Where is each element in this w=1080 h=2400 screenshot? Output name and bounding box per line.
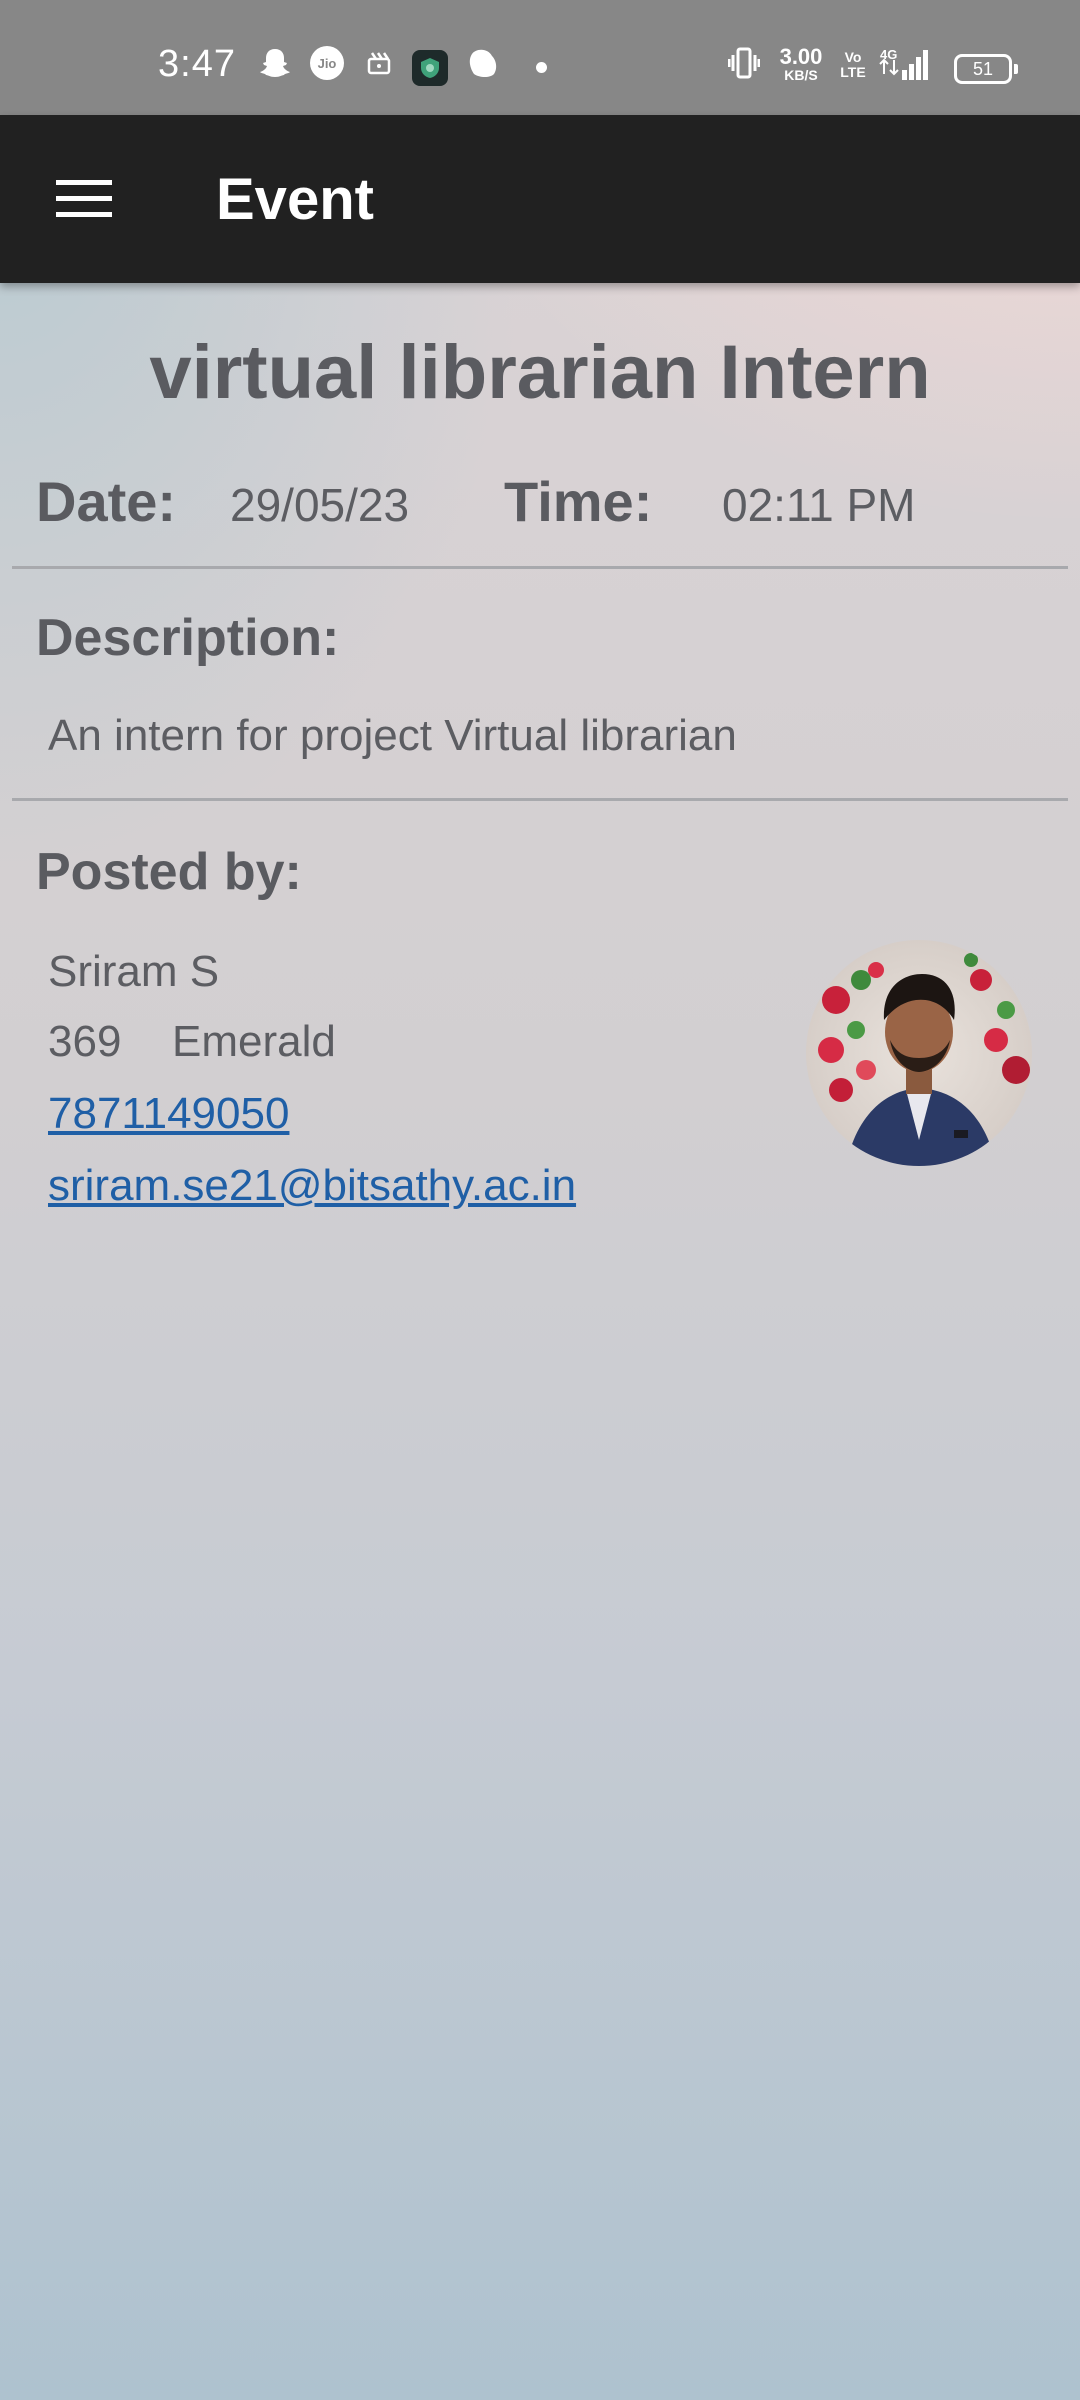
description-text: An intern for project Virtual librarian bbox=[48, 711, 737, 760]
menu-button[interactable] bbox=[42, 167, 126, 231]
battery-icon: 51 bbox=[954, 54, 1018, 84]
network-speed-value: 3.00 bbox=[779, 44, 823, 69]
poster-department: Emerald bbox=[172, 1017, 336, 1066]
vibrate-icon bbox=[728, 46, 760, 80]
more-notifications-dot-icon bbox=[536, 62, 547, 73]
status-bar: 3:47 Jio 3.00 KB/S Vo LTE 4G 51 bbox=[0, 0, 1080, 115]
divider bbox=[12, 566, 1068, 569]
volte-icon: Vo LTE bbox=[840, 49, 866, 80]
network-speed-unit: KB/S bbox=[784, 67, 818, 83]
description-label: Description: bbox=[36, 609, 340, 667]
divider bbox=[12, 798, 1068, 801]
event-title: virtual librarian Intern bbox=[149, 330, 931, 415]
snapchat-icon bbox=[258, 46, 292, 80]
time-label: Time: bbox=[504, 470, 653, 533]
status-time: 3:47 bbox=[158, 43, 236, 85]
date-value: 29/05/23 bbox=[230, 479, 410, 531]
jio-icon: Jio bbox=[310, 46, 344, 80]
shield-app-icon bbox=[412, 50, 448, 86]
signal-4g-icon: 4G bbox=[878, 46, 930, 82]
date-label: Date: bbox=[36, 470, 177, 533]
time-value: 02:11 PM bbox=[722, 479, 916, 531]
poster-name: Sriram S bbox=[48, 947, 220, 996]
poster-email-link[interactable]: sriram.se21@bitsathy.ac.in bbox=[48, 1160, 576, 1212]
app-bar: Event bbox=[0, 115, 1080, 283]
posted-by-label: Posted by: bbox=[36, 843, 302, 901]
network-speed: 3.00 KB/S bbox=[776, 44, 826, 83]
poster-id: 369 bbox=[48, 1017, 122, 1066]
poster-phone-link[interactable]: 7871149050 bbox=[48, 1088, 289, 1140]
hamburger-menu-icon bbox=[56, 180, 112, 217]
event-screen: 3:47 Jio 3.00 KB/S Vo LTE 4G 51 Event vi… bbox=[0, 0, 1080, 2400]
poster-avatar bbox=[806, 940, 1032, 1166]
notification-app-icon bbox=[466, 46, 500, 80]
clapper-icon bbox=[366, 50, 392, 76]
page-title: Event bbox=[216, 167, 374, 232]
svg-text:4G: 4G bbox=[880, 47, 897, 62]
